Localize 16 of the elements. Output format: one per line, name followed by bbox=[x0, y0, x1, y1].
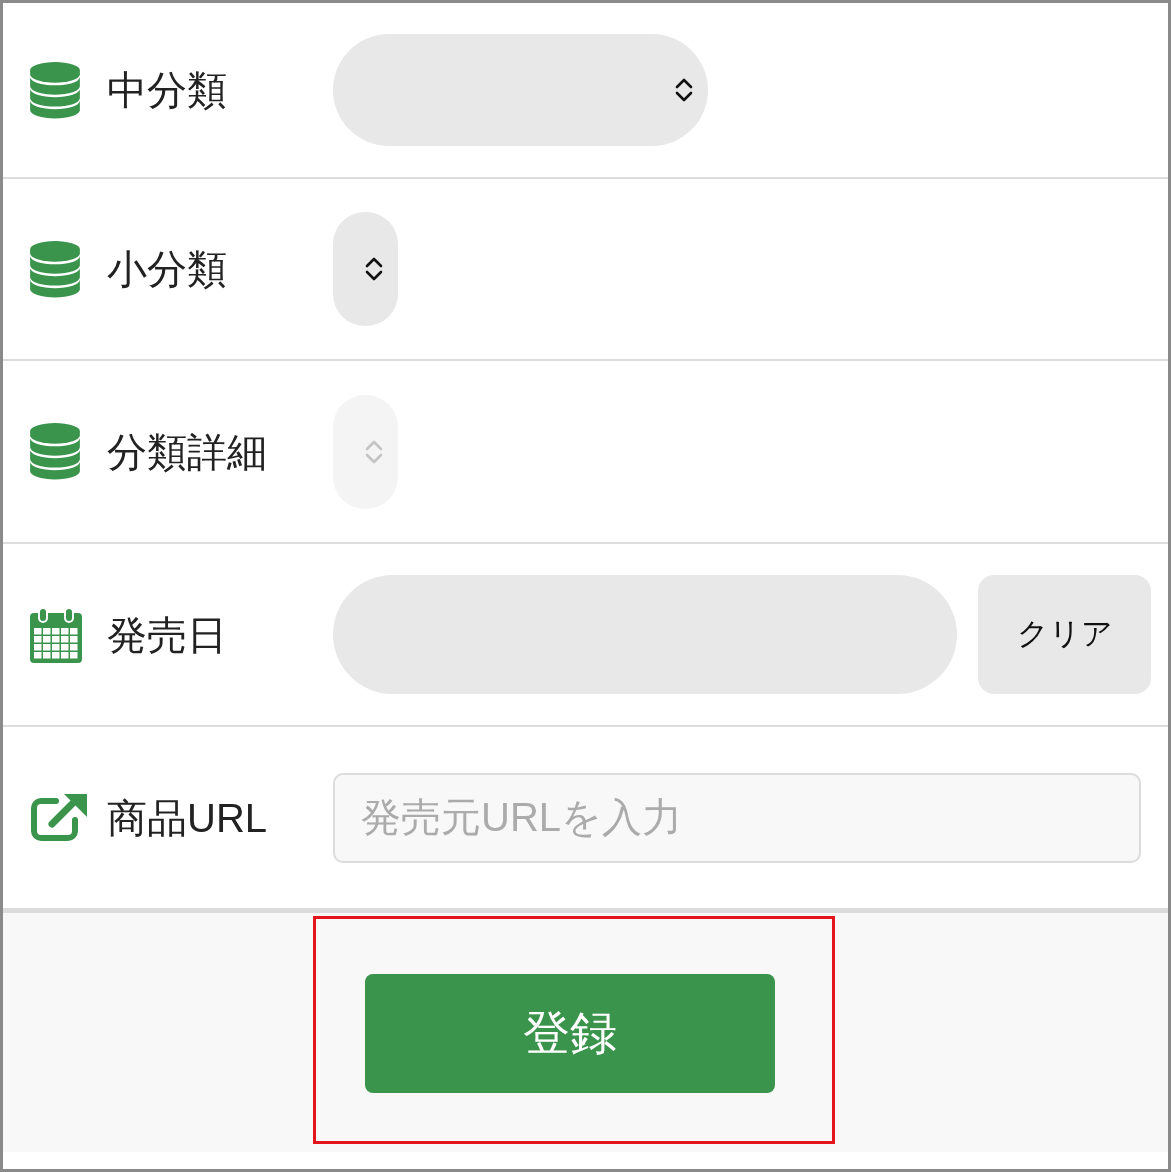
url-input[interactable]: 発売元URLを入力 bbox=[333, 772, 1141, 863]
field-label: 分類詳細 bbox=[107, 431, 267, 472]
chevron-up-down-icon bbox=[365, 438, 383, 465]
chevron-up-down-icon bbox=[675, 77, 693, 103]
database-icon bbox=[30, 240, 80, 298]
field-label: 商品URL bbox=[107, 797, 268, 838]
external-link-icon bbox=[30, 793, 87, 842]
database-icon bbox=[30, 61, 80, 119]
field-label: 発売日 bbox=[107, 614, 227, 655]
database-icon bbox=[30, 423, 80, 480]
field-label: 小分類 bbox=[107, 249, 227, 289]
chevron-up-down-icon bbox=[365, 256, 383, 282]
calendar-icon bbox=[30, 606, 82, 663]
field-label: 中分類 bbox=[107, 70, 227, 110]
register-button[interactable]: 登録 bbox=[365, 974, 775, 1093]
clear-button[interactable]: クリア bbox=[978, 575, 1151, 694]
